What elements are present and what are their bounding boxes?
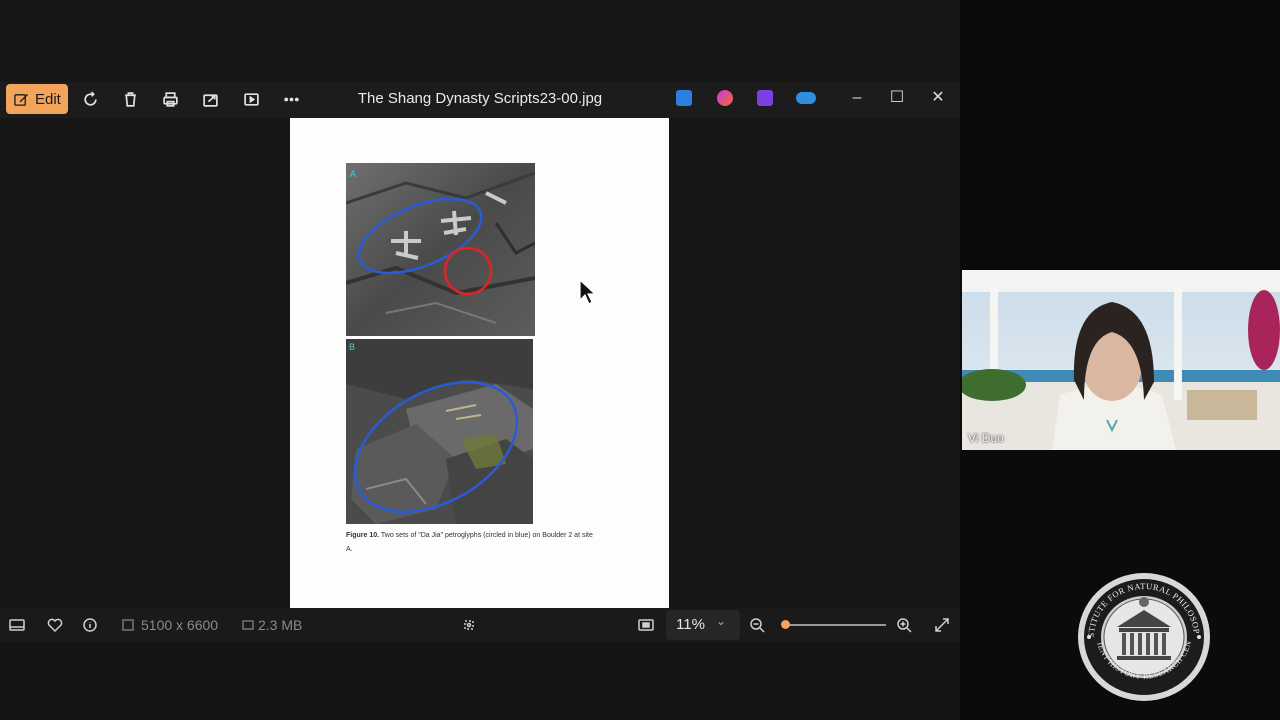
- mouse-cursor-icon: [579, 278, 597, 305]
- caption-text-line2: A.: [346, 546, 353, 553]
- clipchamp-icon[interactable]: [757, 90, 773, 106]
- file-size-icon: [240, 617, 256, 633]
- print-icon[interactable]: [160, 89, 180, 109]
- share-icon[interactable]: [200, 89, 220, 109]
- zoom-in-icon[interactable]: [896, 617, 912, 633]
- top-empty-area: [0, 0, 960, 82]
- participant-name: Vi Duo: [968, 431, 1004, 445]
- delete-icon[interactable]: [120, 89, 140, 109]
- favorite-heart-icon[interactable]: [47, 617, 63, 633]
- maximize-icon[interactable]: ☐: [887, 88, 907, 108]
- photo-label-a: A: [350, 169, 356, 179]
- photo-label-b: B: [349, 342, 355, 352]
- participant-video: [962, 270, 1280, 450]
- photo-viewer-window: Edit The Shang Dynasty Scripts23-00.jpg …: [0, 0, 960, 720]
- slideshow-icon[interactable]: [241, 89, 261, 109]
- file-size: 2.3 MB: [258, 617, 303, 633]
- crop-icon[interactable]: [461, 617, 477, 633]
- image-dimensions: 5100 x 6600: [141, 617, 219, 633]
- zoom-slider-track[interactable]: [785, 624, 886, 626]
- edit-button[interactable]: Edit: [6, 84, 68, 114]
- photo-rock-a: A: [346, 163, 535, 336]
- full-screen-icon[interactable]: [934, 617, 950, 633]
- document-page: A B Figure 10. Two sets of "Da Jia" petr…: [290, 118, 669, 608]
- figure-caption: Figure 10. Two sets of "Da Jia" petrogly…: [346, 529, 636, 557]
- caption-text: Two sets of "Da Jia" petroglyphs (circle…: [379, 532, 593, 539]
- info-icon[interactable]: [82, 617, 98, 633]
- filmstrip-icon[interactable]: [9, 617, 25, 633]
- photos-app-icon[interactable]: [676, 90, 692, 106]
- edit-icon: [14, 93, 29, 106]
- rotate-icon[interactable]: [80, 89, 100, 109]
- zoom-out-icon[interactable]: [749, 617, 765, 633]
- minimize-icon[interactable]: –: [847, 88, 867, 108]
- image-size-icon: [120, 617, 136, 633]
- fit-to-window-icon[interactable]: [638, 617, 654, 633]
- more-icon[interactable]: [281, 89, 301, 109]
- caption-figure-number: Figure 10.: [346, 532, 380, 539]
- close-icon[interactable]: ✕: [928, 88, 948, 108]
- photo-rock-b: B: [346, 339, 533, 524]
- institute-seal-logo: INSTITUTE FOR NATURAL PHILOSOPHY ANCIENT…: [1074, 564, 1211, 702]
- chevron-down-icon: ⌄: [716, 614, 727, 628]
- window-title: The Shang Dynasty Scripts23-00.jpg: [357, 90, 603, 107]
- onedrive-icon[interactable]: [796, 92, 816, 104]
- zoom-value: 11%: [676, 616, 705, 633]
- zoom-slider-knob[interactable]: [781, 620, 790, 629]
- edit-label: Edit: [35, 90, 61, 108]
- copilot-icon[interactable]: [717, 90, 733, 106]
